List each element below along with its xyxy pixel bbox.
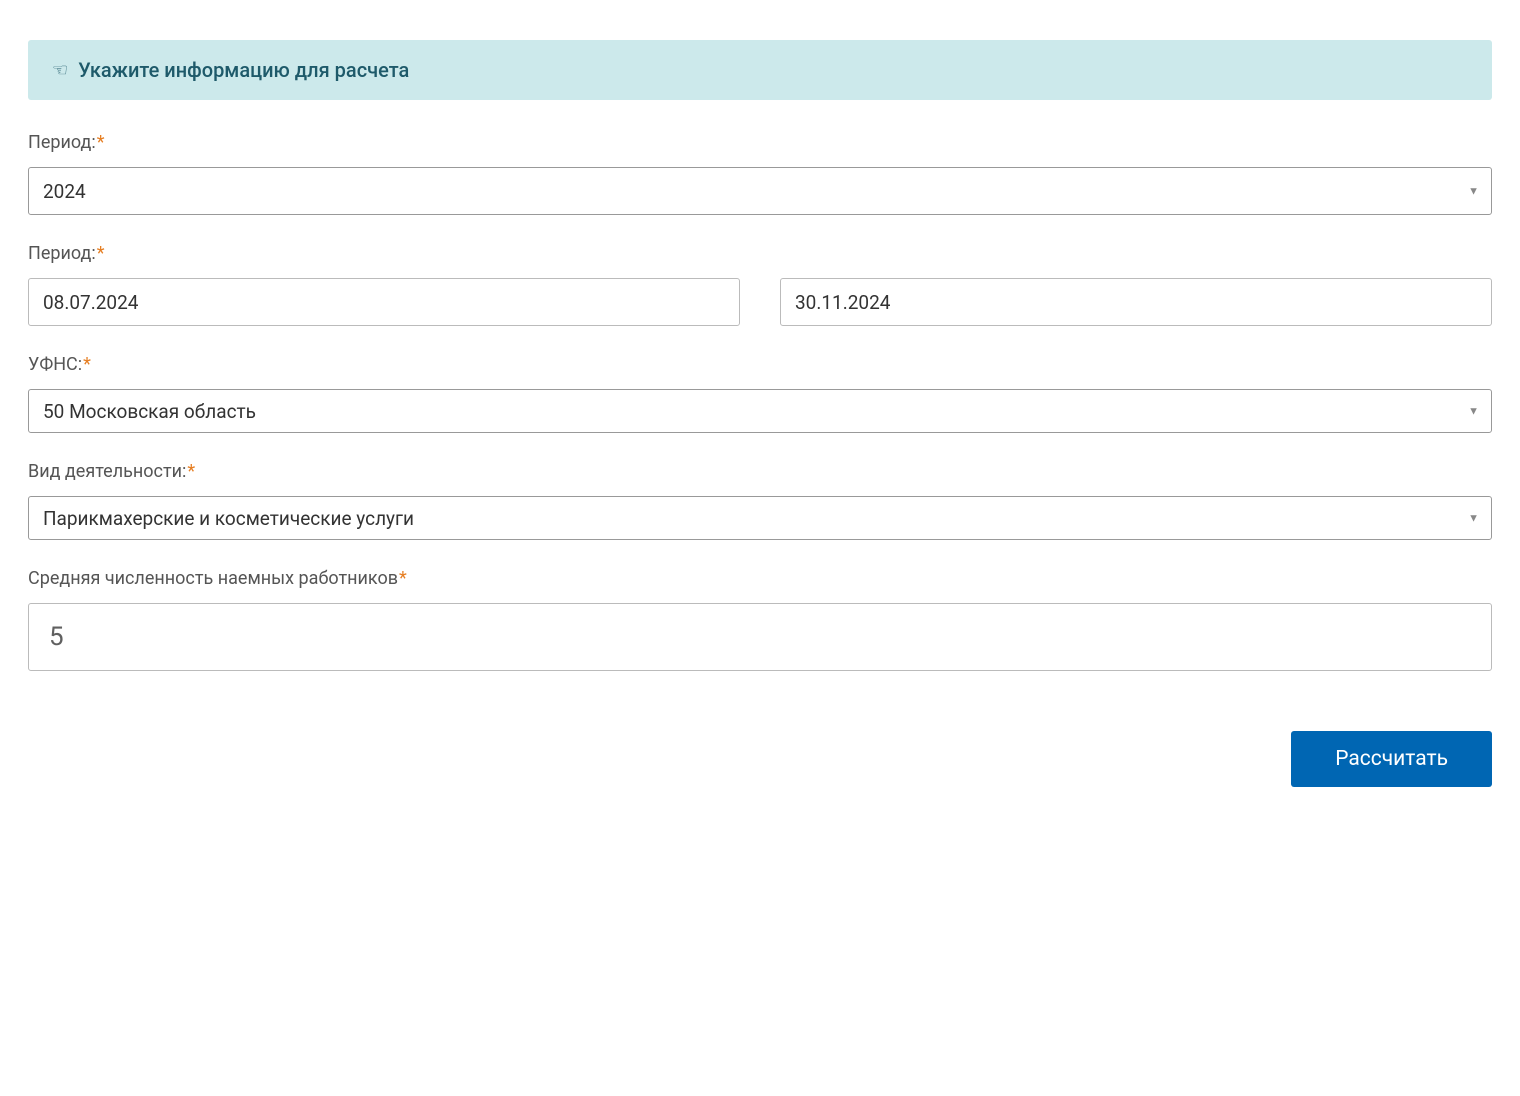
period-year-label: Период:* <box>28 132 1492 153</box>
required-star-icon: * <box>83 354 91 375</box>
info-banner: ☞ Укажите информацию для расчета <box>28 40 1492 100</box>
date-row <box>28 278 1492 326</box>
period-dates-label: Период:* <box>28 243 1492 264</box>
chevron-down-icon: ▼ <box>1468 512 1479 525</box>
date-to-input[interactable] <box>780 278 1492 326</box>
employees-input[interactable] <box>28 603 1492 671</box>
date-from-input[interactable] <box>28 278 740 326</box>
employees-group: Средняя численность наемных работников* <box>28 568 1492 671</box>
activity-select[interactable]: Парикмахерские и косметические услуги ▼ <box>28 496 1492 540</box>
period-year-group: Период:* 2024 ▼ <box>28 132 1492 215</box>
info-banner-text: Укажите информацию для расчета <box>78 58 409 82</box>
ufns-group: УФНС:* 50 Московская область ▼ <box>28 354 1492 433</box>
period-dates-group: Период:* <box>28 243 1492 326</box>
activity-group: Вид деятельности:* Парикмахерские и косм… <box>28 461 1492 540</box>
chevron-down-icon: ▼ <box>1468 405 1479 418</box>
ufns-label: УФНС:* <box>28 354 1492 375</box>
chevron-down-icon: ▼ <box>1468 185 1479 198</box>
period-year-label-text: Период: <box>28 132 96 153</box>
period-year-select[interactable]: 2024 ▼ <box>28 167 1492 215</box>
required-star-icon: * <box>399 568 407 589</box>
employees-label: Средняя численность наемных работников* <box>28 568 1492 589</box>
activity-value: Парикмахерские и косметические услуги <box>43 507 414 530</box>
required-star-icon: * <box>187 461 195 482</box>
employees-label-text: Средняя численность наемных работников <box>28 568 398 589</box>
period-dates-label-text: Период: <box>28 243 96 264</box>
required-star-icon: * <box>97 132 105 153</box>
calculate-button[interactable]: Рассчитать <box>1291 731 1492 787</box>
pointing-hand-icon: ☞ <box>52 60 68 81</box>
ufns-select[interactable]: 50 Московская область ▼ <box>28 389 1492 433</box>
ufns-value: 50 Московская область <box>43 400 256 423</box>
ufns-label-text: УФНС: <box>28 354 82 375</box>
activity-label-text: Вид деятельности: <box>28 461 186 482</box>
activity-label: Вид деятельности:* <box>28 461 1492 482</box>
required-star-icon: * <box>97 243 105 264</box>
button-row: Рассчитать <box>28 731 1492 787</box>
period-year-value: 2024 <box>43 180 86 203</box>
